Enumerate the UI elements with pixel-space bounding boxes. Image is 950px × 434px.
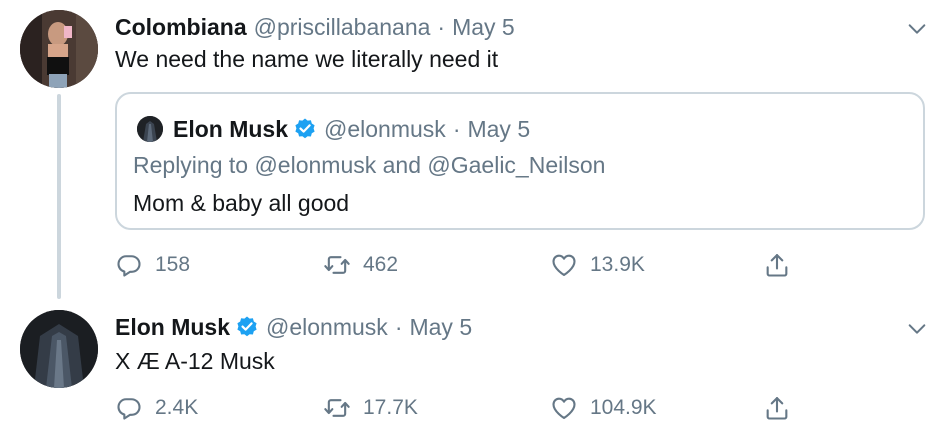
tweet-text: We need the name we literally need it [115,46,499,72]
verified-badge-icon [235,315,259,339]
thread-connector [57,94,61,299]
quote-date[interactable]: May 5 [467,116,530,143]
reply-icon [115,251,143,279]
like-count: 13.9K [590,253,645,276]
separator-dot: · [437,13,446,40]
tweet-text: X Æ A-12 Musk [115,348,275,374]
quote-author-handle[interactable]: @elonmusk [324,116,446,143]
author-name[interactable]: Elon Musk [115,314,230,341]
tweet-actions: 2.4K 17.7K 104.9K [115,393,795,423]
author-handle[interactable]: @elonmusk [266,314,388,341]
avatar-elonmusk-small[interactable] [137,116,163,142]
share-icon [763,394,791,422]
reply-button[interactable]: 2.4K [115,393,198,423]
tweet-elonmusk[interactable]: Elon Musk @elonmusk · May 5 X Æ A-12 Mus… [0,300,950,434]
quote-author-name[interactable]: Elon Musk [173,116,288,143]
share-icon [763,251,791,279]
reply-button[interactable]: 158 [115,250,190,280]
tweet-date[interactable]: May 5 [409,314,472,341]
verified-badge-icon [293,117,317,141]
tweet-actions: 158 462 13.9K [115,250,795,280]
quoted-tweet[interactable]: Elon Musk @elonmusk · May 5 Replying to … [115,92,925,230]
reply-count: 2.4K [155,396,199,419]
tweet-date[interactable]: May 5 [452,14,515,41]
replying-to[interactable]: Replying to @elonmusk and @Gaelic_Neilso… [133,152,605,179]
author-name[interactable]: Colombiana [115,14,247,41]
author-handle[interactable]: @priscillabanana [254,14,431,41]
chevron-down-icon[interactable] [906,18,928,40]
quote-header: Elon Musk @elonmusk · May 5 [173,114,530,144]
retweet-count: 462 [363,253,399,276]
share-button[interactable] [763,250,791,280]
separator-dot: · [452,115,461,142]
like-count: 104.9K [590,396,657,419]
like-button[interactable]: 13.9K [550,250,645,280]
reply-icon [115,394,143,422]
retweet-icon [323,251,351,279]
retweet-button[interactable]: 462 [323,250,398,280]
separator-dot: · [394,313,403,340]
share-button[interactable] [763,393,791,423]
like-button[interactable]: 104.9K [550,393,657,423]
tweet-colombiana[interactable]: Colombiana @priscillabanana · May 5 We n… [0,0,950,300]
retweet-count: 17.7K [363,396,418,419]
avatar-colombiana[interactable] [20,10,98,88]
tweet-header: Elon Musk @elonmusk · May 5 [115,312,472,342]
reply-count: 158 [155,253,191,276]
heart-icon [550,251,578,279]
heart-icon [550,394,578,422]
avatar-elonmusk[interactable] [20,310,98,388]
quote-text: Mom & baby all good [133,190,350,216]
tweet-header: Colombiana @priscillabanana · May 5 [115,12,515,42]
chevron-down-icon[interactable] [906,318,928,340]
retweet-button[interactable]: 17.7K [323,393,418,423]
retweet-icon [323,394,351,422]
